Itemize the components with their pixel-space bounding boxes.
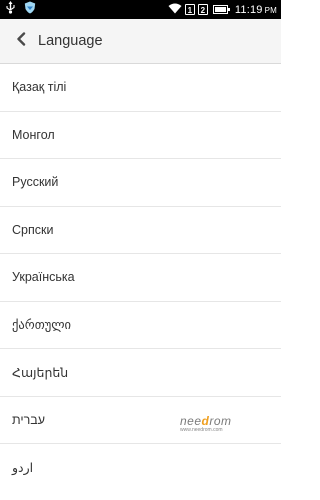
back-button[interactable] bbox=[6, 19, 36, 64]
language-item-ukrainian[interactable]: Українська bbox=[0, 254, 281, 302]
app-bar: Language bbox=[0, 19, 281, 64]
wifi-icon bbox=[168, 1, 182, 19]
language-item-urdu[interactable]: اردو bbox=[0, 444, 281, 492]
watermark-brand-suffix: rom bbox=[209, 414, 232, 428]
language-item-russian[interactable]: Русский bbox=[0, 159, 281, 207]
chevron-left-icon bbox=[16, 31, 26, 51]
language-item-serbian[interactable]: Српски bbox=[0, 207, 281, 254]
status-bar: 1 2 11:19 PM bbox=[0, 0, 281, 19]
page-title: Language bbox=[38, 33, 103, 49]
watermark: needrom www.needrom.com bbox=[180, 415, 256, 445]
watermark-brand-prefix: nee bbox=[180, 414, 202, 428]
shield-icon bbox=[24, 1, 36, 19]
sim1-icon: 1 bbox=[184, 4, 195, 15]
language-item-armenian[interactable]: Հայերեն bbox=[0, 349, 281, 397]
battery-icon bbox=[212, 5, 230, 14]
watermark-logo: needrom bbox=[180, 415, 256, 427]
status-clock: 11:19 PM bbox=[235, 4, 277, 16]
language-item-mongolian[interactable]: Монгол bbox=[0, 112, 281, 159]
clock-ampm: PM bbox=[264, 5, 277, 15]
usb-icon bbox=[6, 0, 15, 19]
language-item-georgian[interactable]: ქართული bbox=[0, 302, 281, 349]
sim2-icon: 2 bbox=[197, 4, 208, 15]
clock-time: 11:19 bbox=[234, 3, 263, 16]
language-item-kazakh[interactable]: Қазақ тілі bbox=[0, 64, 281, 112]
watermark-url: www.needrom.com bbox=[180, 427, 223, 433]
